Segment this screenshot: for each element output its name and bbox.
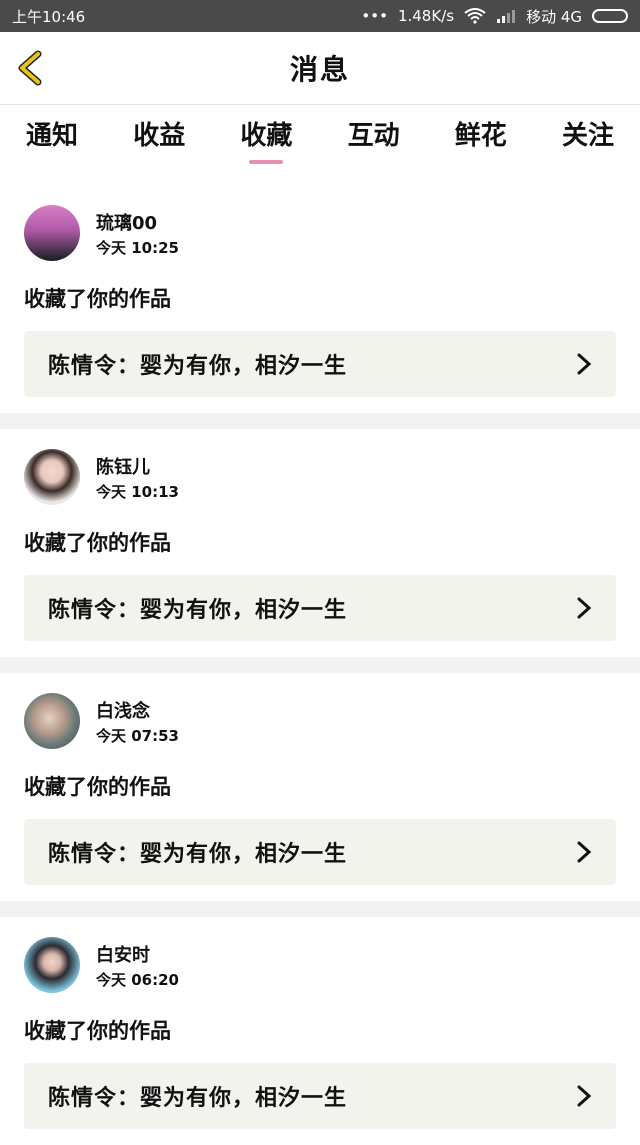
status-time: 上午10:46 [12,7,86,26]
work-link[interactable]: 陈情令：婴为有你，相汐一生 [24,575,616,641]
timestamp: 今天 07:53 [96,726,179,745]
tab-favorites[interactable]: 收藏 [240,115,292,162]
timestamp: 今天 10:13 [96,482,179,501]
status-bar: 上午10:46 ••• 1.48K/s 移动 4G [0,0,640,32]
network-speed: 1.48K/s [397,7,455,25]
list-item: 白安时 今天 06:20 收藏了你的作品 陈情令：婴为有你，相汐一生 [0,917,640,1145]
battery-icon [592,9,628,23]
avatar[interactable] [24,693,80,749]
work-title: 陈情令：婴为有你，相汐一生 [48,842,348,867]
chevron-right-icon [577,1085,592,1107]
chevron-right-icon [577,841,592,863]
user-name[interactable]: 陈钰儿 [96,453,179,479]
wifi-icon [464,8,486,24]
status-right: ••• 1.48K/s 移动 4G [361,6,628,27]
avatar[interactable] [24,937,80,993]
action-text: 收藏了你的作品 [24,287,171,311]
avatar[interactable] [24,449,80,505]
action-text: 收藏了你的作品 [24,531,171,555]
carrier-label: 移动 4G [526,7,582,26]
tab-interactions[interactable]: 互动 [348,115,400,162]
work-link[interactable]: 陈情令：婴为有你，相汐一生 [24,331,616,397]
work-title: 陈情令：婴为有你，相汐一生 [48,354,348,379]
tab-flowers[interactable]: 鲜花 [455,115,507,162]
back-arrow-icon[interactable] [14,50,50,86]
work-link[interactable]: 陈情令：婴为有你，相汐一生 [24,819,616,885]
user-name[interactable]: 白浅念 [96,697,179,723]
chevron-right-icon [577,353,592,375]
tab-bar: 通知 收益 收藏 互动 鲜花 关注 [0,105,640,171]
list-item: 陈钰儿 今天 10:13 收藏了你的作品 陈情令：婴为有你，相汐一生 [0,429,640,657]
dots-icon: ••• [361,7,388,25]
timestamp: 今天 06:20 [96,970,179,989]
avatar[interactable] [24,205,80,261]
action-text: 收藏了你的作品 [24,1019,171,1043]
nav-header: 消息 [0,32,640,105]
tab-notifications[interactable]: 通知 [26,115,78,162]
chevron-right-icon [577,597,592,619]
list-item: 白浅念 今天 07:53 收藏了你的作品 陈情令：婴为有你，相汐一生 [0,673,640,901]
signal-icon [497,10,516,23]
work-title: 陈情令：婴为有你，相汐一生 [48,1086,348,1111]
tab-following[interactable]: 关注 [562,115,614,162]
user-name[interactable]: 琉璃00 [96,209,179,235]
work-link[interactable]: 陈情令：婴为有你，相汐一生 [24,1063,616,1129]
work-title: 陈情令：婴为有你，相汐一生 [48,598,348,623]
action-text: 收藏了你的作品 [24,775,171,799]
timestamp: 今天 10:25 [96,238,179,257]
tab-earnings[interactable]: 收益 [133,115,185,162]
user-name[interactable]: 白安时 [96,941,179,967]
page-title: 消息 [289,53,350,86]
list-item: 琉璃00 今天 10:25 收藏了你的作品 陈情令：婴为有你，相汐一生 [0,185,640,413]
